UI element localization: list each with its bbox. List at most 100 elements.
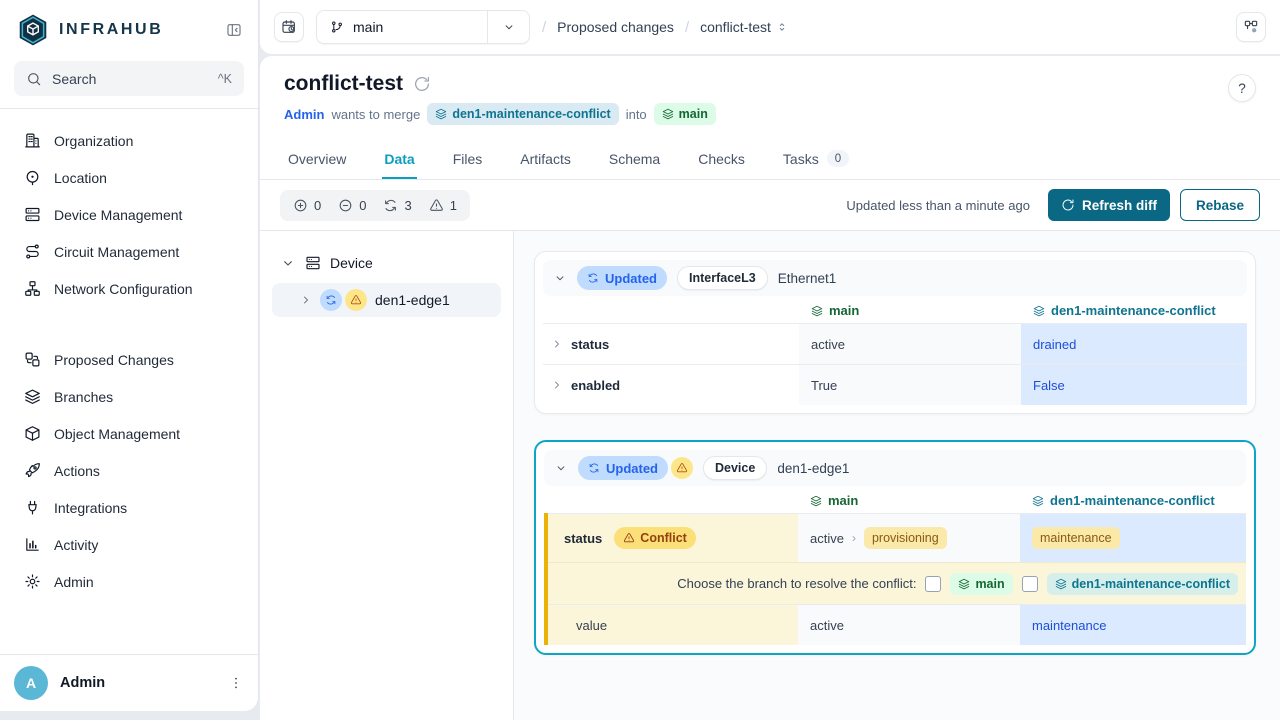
layers-icon [1055, 578, 1067, 590]
main-area: main / Proposed changes / conflict-test [260, 0, 1280, 720]
sidebar-item-branches[interactable]: Branches [10, 378, 248, 415]
tab-tasks[interactable]: Tasks 0 [781, 138, 851, 179]
time-travel-button[interactable] [274, 12, 304, 42]
workflow-status-button[interactable] [1236, 12, 1266, 42]
server-icon [24, 206, 41, 223]
page-header: conflict-test Admin wants to merge den1-… [260, 56, 1280, 138]
chevron-down-icon [553, 271, 567, 285]
sidebar-item-location[interactable]: Location [10, 159, 248, 196]
sidebar-item-label: Object Management [54, 426, 180, 442]
resolve-main-checkbox[interactable] [925, 576, 941, 592]
diff-column-headers: main den1-maintenance-conflict [543, 296, 1247, 323]
resolve-branch-checkbox[interactable] [1022, 576, 1038, 592]
column-header-branch: den1-maintenance-conflict [1021, 303, 1247, 318]
sidebar-item-proposed-changes[interactable]: Proposed Changes [10, 341, 248, 378]
diff-area: Updated InterfaceL3 Ethernet1 main [514, 231, 1280, 720]
branch-selector-caret[interactable] [487, 11, 529, 43]
tab-data[interactable]: Data [382, 138, 416, 179]
tree-node-device[interactable]: Device [272, 251, 501, 275]
layers-icon [1033, 305, 1045, 317]
updated-badge: Updated [577, 266, 667, 290]
diff-card-interfacel3: Updated InterfaceL3 Ethernet1 main [534, 251, 1256, 414]
chevrons-up-down-icon [775, 20, 789, 34]
breadcrumb-section[interactable]: Proposed changes [557, 19, 674, 35]
diff-card-header[interactable]: Updated Device den1-edge1 [544, 450, 1246, 486]
diff-row-label[interactable]: enabled [543, 365, 799, 405]
diff-column-headers: main den1-maintenance-conflict [544, 486, 1246, 513]
panel-collapse-icon [226, 22, 242, 38]
rebase-button[interactable]: Rebase [1180, 189, 1260, 221]
stat-value: 0 [359, 198, 366, 213]
sidebar-item-admin[interactable]: Admin [10, 563, 248, 600]
merge-text: wants to merge [331, 107, 420, 122]
rocket-icon [24, 462, 41, 479]
search-placeholder: Search [52, 71, 208, 87]
diff-stats: 0 0 3 1 [280, 190, 470, 221]
layers-icon [1032, 495, 1044, 507]
user-menu-button[interactable] [228, 675, 244, 691]
sidebar-item-network-configuration[interactable]: Network Configuration [10, 270, 248, 307]
warning-icon [623, 532, 635, 544]
sidebar-item-object-management[interactable]: Object Management [10, 415, 248, 452]
sync-icon [325, 294, 337, 306]
author-link[interactable]: Admin [284, 107, 324, 122]
branch-selector[interactable]: main [316, 10, 530, 44]
diff-branch-value: drained [1021, 324, 1247, 364]
branch-selector-value: main [317, 11, 487, 43]
refresh-diff-button[interactable]: Refresh diff [1048, 189, 1170, 221]
stat-value: 1 [450, 198, 457, 213]
tab-schema[interactable]: Schema [607, 138, 662, 179]
sidebar-item-circuit-management[interactable]: Circuit Management [10, 233, 248, 270]
diff-toolbar: 0 0 3 1 Updated less than a minute ago [260, 180, 1280, 231]
tab-artifacts[interactable]: Artifacts [518, 138, 573, 179]
search-icon [26, 71, 42, 87]
user-menu[interactable]: A Admin [0, 654, 258, 711]
chevron-right-icon [551, 379, 563, 391]
sidebar-item-integrations[interactable]: Integrations [10, 489, 248, 526]
resolve-main-badge[interactable]: main [950, 573, 1012, 595]
resolve-branch-badge[interactable]: den1-maintenance-conflict [1047, 573, 1238, 595]
target-branch-badge[interactable]: main [654, 103, 716, 125]
reload-icon[interactable] [413, 75, 431, 93]
diff-row-status-conflict: status Conflict active › provisioning [548, 513, 1246, 562]
breadcrumb: / Proposed changes / conflict-test [542, 19, 789, 36]
branch-name: main [353, 19, 383, 35]
top-bar-right [1236, 12, 1266, 42]
sidebar-item-organization[interactable]: Organization [10, 122, 248, 159]
stat-value: 3 [404, 198, 411, 213]
change-arrow: › [852, 531, 856, 545]
breadcrumb-separator: / [685, 19, 689, 36]
source-branch-badge[interactable]: den1-maintenance-conflict [427, 103, 618, 125]
page-title: conflict-test [284, 72, 403, 96]
search-input[interactable]: Search ^K [14, 61, 244, 96]
stat-removed: 0 [338, 198, 366, 213]
diff-branch-value: maintenance [1020, 514, 1246, 562]
help-button[interactable]: ? [1228, 74, 1256, 102]
object-kind-badge: InterfaceL3 [677, 266, 768, 290]
new-value-pill: provisioning [864, 527, 947, 549]
sidebar-header: INFRAHUB [0, 0, 258, 57]
tab-files[interactable]: Files [451, 138, 485, 179]
tree-node-den1-edge1[interactable]: den1-edge1 [272, 283, 501, 317]
sidebar-item-device-management[interactable]: Device Management [10, 196, 248, 233]
breadcrumb-page-selector[interactable]: conflict-test [700, 19, 789, 35]
diff-branch-value: maintenance [1020, 605, 1246, 645]
diff-row-label[interactable]: status [543, 324, 799, 364]
object-kind-badge: Device [703, 456, 767, 480]
diff-main-value: active [798, 605, 1020, 645]
tasks-count-badge: 0 [827, 150, 849, 167]
sidebar-item-label: Admin [54, 574, 94, 590]
tab-overview[interactable]: Overview [286, 138, 348, 179]
sidebar-item-activity[interactable]: Activity [10, 526, 248, 563]
sidebar-item-actions[interactable]: Actions [10, 452, 248, 489]
sidebar-collapse-button[interactable] [226, 22, 242, 38]
diff-branch-value: False [1021, 365, 1247, 405]
bar-chart-icon [24, 536, 41, 553]
infrahub-logo-icon [16, 13, 50, 47]
diff-card-header[interactable]: Updated InterfaceL3 Ethernet1 [543, 260, 1247, 296]
last-updated-text: Updated less than a minute ago [846, 198, 1030, 213]
tab-checks[interactable]: Checks [696, 138, 747, 179]
sync-icon [587, 272, 599, 284]
chevron-down-icon [280, 255, 296, 271]
plus-circle-icon [293, 198, 308, 213]
